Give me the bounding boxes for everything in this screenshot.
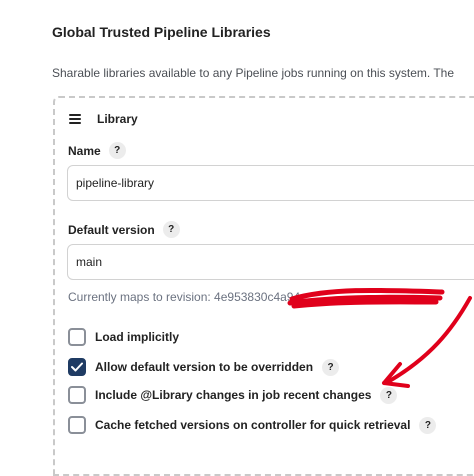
name-input[interactable]: [67, 165, 474, 201]
help-icon[interactable]: ?: [419, 416, 437, 434]
section-description: Sharable libraries available to any Pipe…: [52, 66, 455, 80]
default-version-label-text: Default version: [68, 222, 155, 237]
checkbox-label: Cache fetched versions on controller for…: [95, 418, 411, 432]
checkbox[interactable]: [68, 358, 86, 376]
name-label: Name ?: [68, 142, 126, 159]
help-icon[interactable]: ?: [380, 386, 398, 404]
hamburger-icon[interactable]: [69, 114, 81, 124]
library-header: Library: [97, 112, 138, 126]
help-icon[interactable]: ?: [162, 221, 180, 238]
include-changes-row[interactable]: Include @Library changes in job recent c…: [68, 386, 398, 404]
section-title: Global Trusted Pipeline Libraries: [52, 24, 271, 40]
checkbox[interactable]: [68, 416, 86, 434]
check-icon: [71, 362, 83, 372]
default-version-input[interactable]: [67, 244, 474, 280]
help-icon[interactable]: ?: [322, 358, 340, 376]
help-icon[interactable]: ?: [108, 142, 126, 159]
name-label-text: Name: [68, 143, 101, 158]
checkbox[interactable]: [68, 386, 86, 404]
load-implicitly-row[interactable]: Load implicitly: [68, 328, 179, 346]
checkbox-label: Allow default version to be overridden: [95, 360, 314, 374]
checkbox-label: Include @Library changes in job recent c…: [95, 388, 372, 402]
default-version-label: Default version ?: [68, 221, 180, 238]
cache-versions-row[interactable]: Cache fetched versions on controller for…: [68, 416, 437, 434]
checkbox[interactable]: [68, 328, 86, 346]
allow-override-row[interactable]: Allow default version to be overridden ?: [68, 358, 340, 376]
revision-text: Currently maps to revision: 4e953830c4a9…: [68, 290, 301, 304]
checkbox-label: Load implicitly: [95, 330, 180, 344]
